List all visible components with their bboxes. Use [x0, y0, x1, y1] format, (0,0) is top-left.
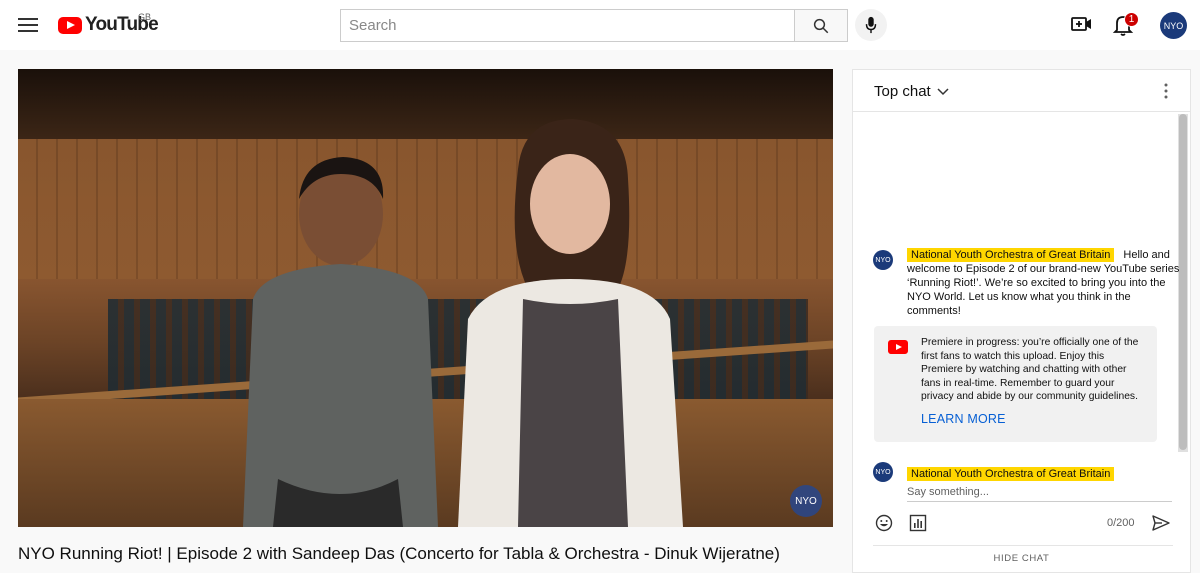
more-options-icon[interactable] — [1158, 82, 1174, 100]
play-logo-icon — [58, 16, 82, 34]
premiere-notice: Premiere in progress: you’re officially … — [874, 326, 1157, 442]
composer-author-name: National Youth Orchestra of Great Britai… — [907, 467, 1115, 481]
video-camera-plus-icon — [1071, 17, 1091, 31]
notice-text: Premiere in progress: you’re officially … — [921, 337, 1139, 402]
chevron-down-icon — [937, 87, 949, 95]
person-left — [243, 157, 438, 527]
chat-message: NYO National Youth Orchestra of Great Br… — [873, 248, 1183, 318]
composer-avatar: NYO — [873, 462, 893, 482]
channel-watermark[interactable]: NYO — [790, 485, 822, 517]
search-input[interactable]: Search — [340, 9, 795, 42]
video-player[interactable]: NYO — [18, 69, 833, 527]
search-button[interactable] — [794, 9, 848, 42]
voice-search-button[interactable] — [855, 9, 887, 41]
search-icon — [813, 18, 829, 33]
chat-mode-label: Top chat — [874, 83, 931, 100]
divider — [873, 545, 1173, 546]
chat-header: Top chat — [853, 70, 1190, 112]
notification-badge: 1 — [1124, 12, 1139, 27]
live-chat-panel: Top chat NYO National Youth Orchestra of… — [852, 69, 1191, 573]
character-counter: 0/200 — [1107, 517, 1135, 529]
youtube-play-icon — [888, 340, 908, 354]
hide-chat-button[interactable]: HIDE CHAT — [853, 553, 1190, 564]
chart-icon[interactable] — [909, 514, 927, 532]
emoji-icon[interactable] — [875, 514, 893, 532]
create-video-button[interactable] — [1070, 13, 1096, 37]
learn-more-link[interactable]: LEARN MORE — [921, 412, 1006, 426]
account-avatar[interactable]: NYO — [1160, 12, 1187, 39]
region-code: GB — [138, 12, 152, 22]
person-right — [458, 119, 683, 527]
message-author-name[interactable]: National Youth Orchestra of Great Britai… — [907, 248, 1115, 262]
video-title: NYO Running Riot! | Episode 2 with Sande… — [18, 544, 780, 563]
message-author-avatar[interactable]: NYO — [873, 250, 893, 270]
chat-mode-dropdown[interactable]: Top chat — [874, 83, 949, 100]
microphone-icon — [865, 16, 877, 34]
menu-icon[interactable] — [16, 14, 40, 36]
message-content: National Youth Orchestra of Great Britai… — [907, 248, 1183, 318]
composer-author: National Youth Orchestra of Great Britai… — [907, 464, 1120, 482]
send-icon[interactable] — [1151, 513, 1171, 533]
chat-message-input[interactable]: Say something... — [907, 484, 1172, 502]
masthead: YouTube GB Search 1 NYO — [0, 0, 1200, 50]
